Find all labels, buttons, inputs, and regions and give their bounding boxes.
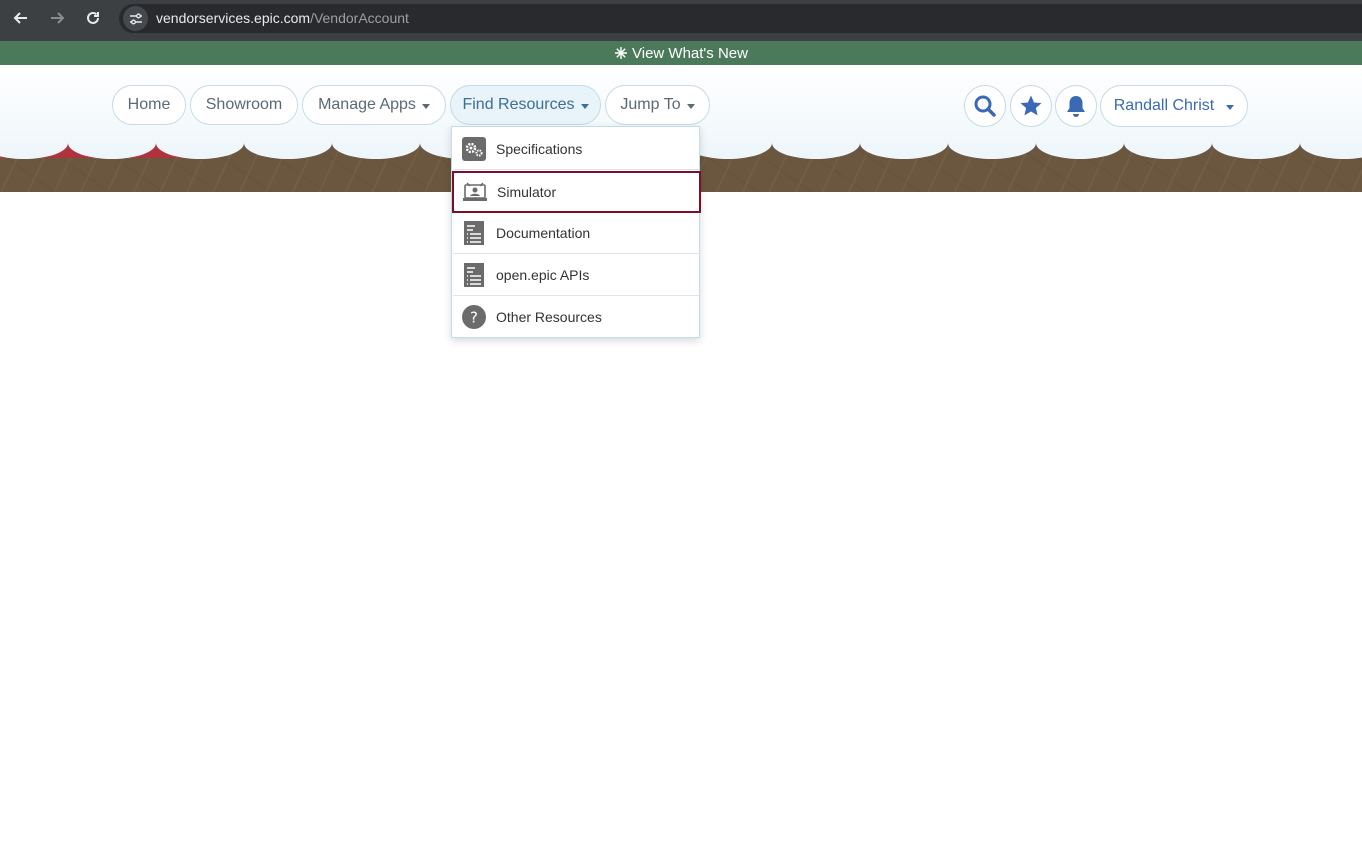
- menu-item-other-resources[interactable]: ? Other Resources: [453, 296, 699, 338]
- url-domain: vendorservices.epic.com: [156, 10, 311, 26]
- document-icon: [462, 220, 486, 245]
- menu-item-simulator[interactable]: Simulator: [452, 171, 701, 213]
- nav-showroom[interactable]: Showroom: [190, 85, 298, 125]
- document-icon: [462, 262, 486, 287]
- nav-find-resources-label: Find Resources: [462, 96, 575, 113]
- menu-item-label: Documentation: [496, 224, 591, 241]
- banner-label: View What's New: [632, 44, 748, 62]
- menu-item-label: Specifications: [496, 140, 583, 157]
- url-path: /VendorAccount: [310, 10, 409, 26]
- nav-jump-to-label: Jump To: [620, 96, 681, 113]
- find-resources-dropdown: Specifications Simulator Documentation o…: [451, 126, 701, 338]
- search-button[interactable]: [964, 85, 1006, 127]
- simulator-icon: [463, 180, 487, 204]
- nav-manage-apps[interactable]: Manage Apps: [302, 85, 446, 125]
- caret-down-icon: [580, 103, 589, 109]
- browser-toolbar: vendorservices.epic.com/VendorAccount: [0, 0, 1362, 41]
- reload-button[interactable]: [79, 6, 107, 30]
- address-bar[interactable]: vendorservices.epic.com/VendorAccount: [119, 4, 1362, 33]
- nav-find-resources[interactable]: Find Resources: [450, 85, 601, 125]
- menu-item-label: Other Resources: [496, 309, 602, 325]
- menu-item-specifications[interactable]: Specifications: [453, 128, 699, 170]
- svg-text:?: ?: [470, 309, 478, 327]
- favorites-button[interactable]: [1010, 85, 1052, 127]
- user-name: Randall Christ: [1113, 97, 1215, 114]
- bell-icon: [1067, 96, 1085, 117]
- caret-down-icon: [686, 103, 695, 109]
- arrow-right-icon: [51, 12, 65, 24]
- site-info-icon[interactable]: [123, 6, 148, 31]
- nav-home-label: Home: [127, 96, 171, 113]
- forward-button[interactable]: [43, 6, 71, 30]
- nav-home[interactable]: Home: [112, 85, 186, 125]
- nav-showroom-label: Showroom: [205, 96, 283, 113]
- url-text: vendorservices.epic.com/VendorAccount: [156, 10, 409, 26]
- notifications-button[interactable]: [1055, 85, 1097, 127]
- nav-manage-apps-label: Manage Apps: [318, 96, 416, 113]
- whats-new-banner[interactable]: View What's New: [0, 41, 1362, 65]
- search-icon: [974, 95, 996, 117]
- menu-item-documentation[interactable]: Documentation: [453, 212, 699, 254]
- question-icon: ?: [462, 305, 486, 329]
- menu-item-open-epic-apis[interactable]: open.epic APIs: [453, 254, 699, 296]
- reload-icon: [87, 11, 99, 24]
- menu-item-label: Simulator: [497, 184, 557, 200]
- arrow-left-icon: [13, 12, 27, 24]
- gears-icon: [462, 136, 486, 161]
- caret-down-icon: [1226, 104, 1235, 110]
- back-button[interactable]: [7, 6, 35, 30]
- star-icon: [1020, 95, 1042, 116]
- sparkle-icon: [615, 47, 628, 59]
- nav-jump-to[interactable]: Jump To: [605, 85, 710, 125]
- caret-down-icon: [421, 103, 430, 109]
- menu-item-label: open.epic APIs: [496, 266, 590, 283]
- user-menu[interactable]: Randall Christ: [1100, 85, 1248, 127]
